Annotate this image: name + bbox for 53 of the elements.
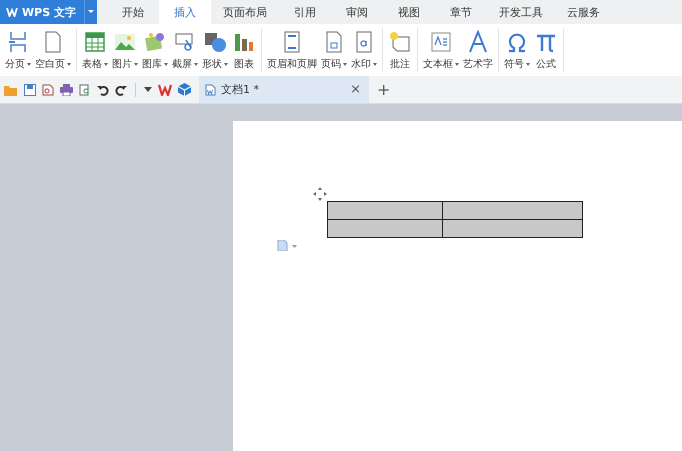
document-icon bbox=[205, 84, 216, 96]
print-preview-icon[interactable] bbox=[79, 84, 91, 96]
app-title: WPS 文字 bbox=[22, 4, 76, 20]
document-tab-title: 文档1 * bbox=[221, 82, 260, 97]
redo-icon[interactable] bbox=[115, 84, 127, 96]
ribbon-button[interactable]: 符号 bbox=[502, 24, 532, 76]
ribbon-tab[interactable]: 开发工具 bbox=[487, 0, 555, 24]
ribbon-tab[interactable]: 云服务 bbox=[555, 0, 612, 24]
ribbon-tab[interactable]: 章节 bbox=[435, 0, 487, 24]
close-tab-button[interactable]: × bbox=[348, 82, 363, 97]
art-text-icon bbox=[466, 30, 490, 54]
ribbon-button[interactable]: 图库 bbox=[140, 24, 170, 76]
ribbon-button[interactable]: 批注 bbox=[386, 24, 414, 76]
ribbon-tab[interactable]: 开始 bbox=[107, 0, 159, 24]
ribbon-button[interactable]: 分页 bbox=[3, 24, 33, 76]
ribbon-button[interactable]: 图表 bbox=[230, 24, 258, 76]
ribbon-button[interactable]: 形状 bbox=[200, 24, 230, 76]
ribbon-tab[interactable]: 引用 bbox=[279, 0, 331, 24]
cube-icon[interactable] bbox=[178, 83, 191, 96]
customize-caret-icon[interactable] bbox=[144, 87, 152, 92]
save-icon[interactable] bbox=[24, 84, 36, 96]
ribbon-button[interactable]: 空白页 bbox=[33, 24, 73, 76]
table-cell[interactable] bbox=[442, 220, 582, 238]
ribbon-button[interactable]: 截屏 bbox=[170, 24, 200, 76]
app-menu-caret-icon[interactable] bbox=[84, 0, 97, 24]
document-icon[interactable] bbox=[42, 84, 54, 96]
comment-icon bbox=[388, 30, 412, 54]
text-box-icon bbox=[429, 30, 453, 54]
print-icon[interactable] bbox=[60, 84, 73, 96]
ribbon-tab[interactable]: 审阅 bbox=[331, 0, 383, 24]
undo-icon[interactable] bbox=[97, 84, 109, 96]
logo-icon bbox=[6, 7, 18, 17]
ribbon-tab[interactable]: 视图 bbox=[383, 0, 435, 24]
ribbon-button[interactable]: 文本框 bbox=[421, 24, 461, 76]
ribbon-tab[interactable]: 页面布局 bbox=[211, 0, 279, 24]
w-logo-icon[interactable] bbox=[158, 84, 172, 96]
table-cell[interactable] bbox=[328, 202, 442, 220]
ribbon-tab[interactable]: 插入 bbox=[159, 0, 211, 24]
ribbon-button[interactable]: 水印 bbox=[349, 24, 379, 76]
app-menu-button[interactable]: WPS 文字 bbox=[0, 0, 84, 24]
ribbon-button[interactable]: 艺术字 bbox=[461, 24, 495, 76]
ribbon-button[interactable]: 公式 bbox=[532, 24, 560, 76]
table-cell[interactable] bbox=[442, 202, 582, 220]
table-move-handle-icon[interactable] bbox=[313, 187, 327, 201]
new-tab-button[interactable]: + bbox=[375, 80, 392, 99]
table-icon bbox=[83, 30, 107, 54]
ribbon-button[interactable]: 表格 bbox=[80, 24, 110, 76]
ribbon-button[interactable]: 页码 bbox=[319, 24, 349, 76]
table-cell[interactable] bbox=[328, 220, 442, 238]
ribbon-button[interactable]: 页眉和页脚 bbox=[265, 24, 319, 76]
paste-options-icon[interactable] bbox=[277, 240, 297, 251]
document-tab[interactable]: 文档1 * × bbox=[199, 76, 369, 103]
ribbon-button[interactable]: 图片 bbox=[110, 24, 140, 76]
